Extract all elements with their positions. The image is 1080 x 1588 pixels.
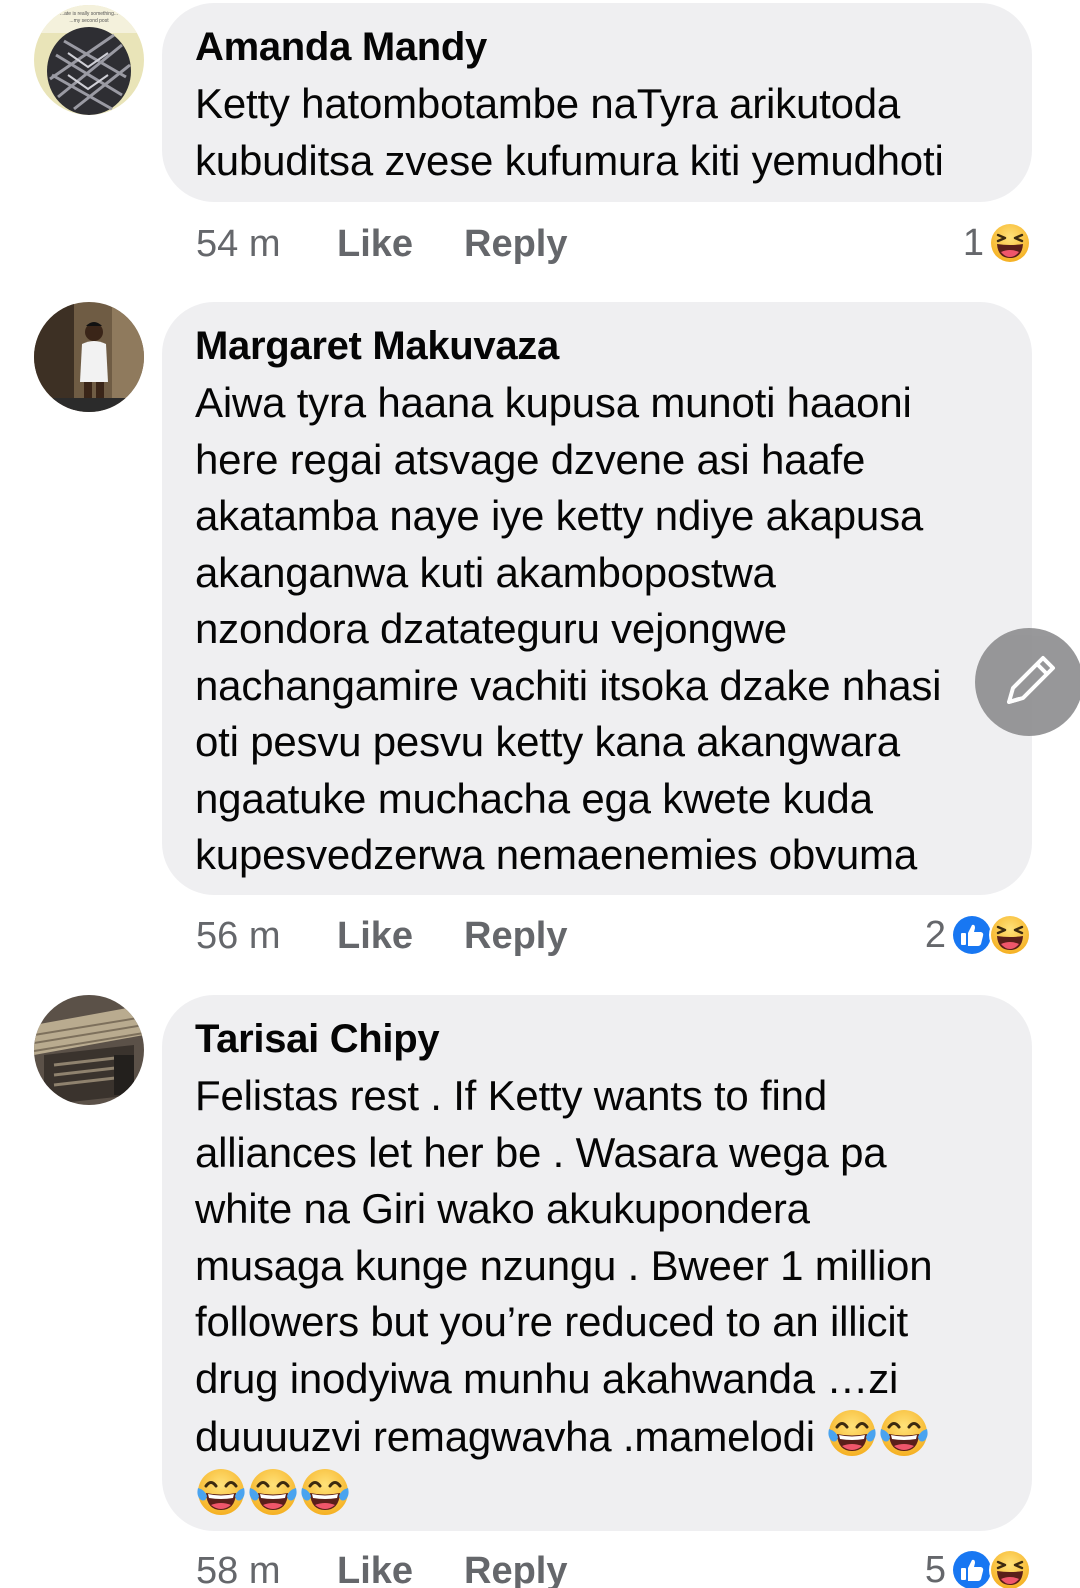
reaction-count: 2 [924,913,946,956]
comment-bubble[interactable]: Margaret Makuvaza Aiwa tyra haana kupusa… [162,302,1032,895]
comments-feed: ...ate is really something... ...my seco… [0,0,1080,1588]
comment-timestamp[interactable]: 58 m [196,1551,280,1588]
haha-icon [988,1548,1032,1588]
tears-of-joy-icon [299,1466,351,1518]
comment-bubble[interactable]: Tarisai Chipy Felistas rest . If Ketty w… [162,995,1032,1531]
comment-text: Aiwa tyra haana kupusa munoti haaoni her… [195,379,942,878]
like-button[interactable]: Like [337,1551,413,1588]
reaction-summary[interactable]: 1 [963,218,1032,268]
reaction-count: 1 [962,221,984,264]
reply-button[interactable]: Reply [464,1551,567,1588]
like-button[interactable]: Like [337,224,413,264]
tears-of-joy-icon [826,1407,878,1459]
tears-of-joy-icon [878,1407,930,1459]
comment-text-line: followers but you’re reduced to an illic… [195,1298,908,1345]
reaction-summary[interactable]: 5 [925,1545,1032,1588]
avatar-caption-line2: ...my second post [69,18,109,24]
comment-actions: 54 m Like Reply 1 [196,218,1032,268]
comment-text-line: Felistas rest . If Ketty wants to find [195,1072,827,1119]
like-button[interactable]: Like [337,916,413,956]
comment-text-line: alliances let her be . Wasara wega pa [195,1128,887,1176]
avatar-amanda-mandy[interactable]: ...ate is really something... ...my seco… [34,5,144,115]
comment-timestamp[interactable]: 54 m [196,224,280,264]
avatar-margaret-makuvaza-image [34,302,144,412]
haha-icon [988,913,1032,957]
comment-bubble[interactable]: Amanda Mandy Ketty hatombotambe naTyra a… [162,3,1032,202]
comment-actions: 58 m Like Reply 5 [196,1545,1032,1588]
tears-of-joy-icon [195,1466,247,1518]
comment-text-line: white na Giri wako akukupondera [195,1185,810,1232]
avatar-tarisai-chipy-image [34,995,144,1105]
reply-button[interactable]: Reply [464,224,567,264]
comment-author[interactable]: Margaret Makuvaza [195,324,1002,368]
comment-text: Felistas rest . If Ketty wants to find a… [195,1068,1002,1524]
reaction-summary[interactable]: 2 [925,910,1032,960]
comment-author[interactable]: Tarisai Chipy [195,1017,1002,1061]
comment-author[interactable]: Amanda Mandy [195,25,1002,69]
comment-text: Ketty hatombotambe naTyra arikutoda kubu… [195,80,944,184]
comment-text-line: duuuuzvi remagwavha .mamelodi [195,1413,815,1460]
pencil-icon [1007,656,1055,704]
avatar-margaret-makuvaza[interactable] [34,302,144,412]
avatar-amanda-mandy-image: ...ate is really something... ...my seco… [34,5,144,115]
comment-text-line: musaga kunge nzungu . Bweer 1 million [195,1241,933,1289]
reply-button[interactable]: Reply [464,916,567,956]
tears-of-joy-icon [247,1466,299,1518]
reaction-count: 5 [924,1548,946,1588]
avatar-tarisai-chipy[interactable] [34,995,144,1105]
edit-button[interactable] [975,628,1080,736]
comment-timestamp[interactable]: 56 m [196,916,280,956]
comment-text-line: drug inodyiwa munhu akahwanda …zi [195,1354,899,1402]
comment-actions: 56 m Like Reply 2 [196,910,1032,960]
avatar-caption-line1: ...ate is really something... [60,11,118,17]
haha-icon [988,221,1032,265]
